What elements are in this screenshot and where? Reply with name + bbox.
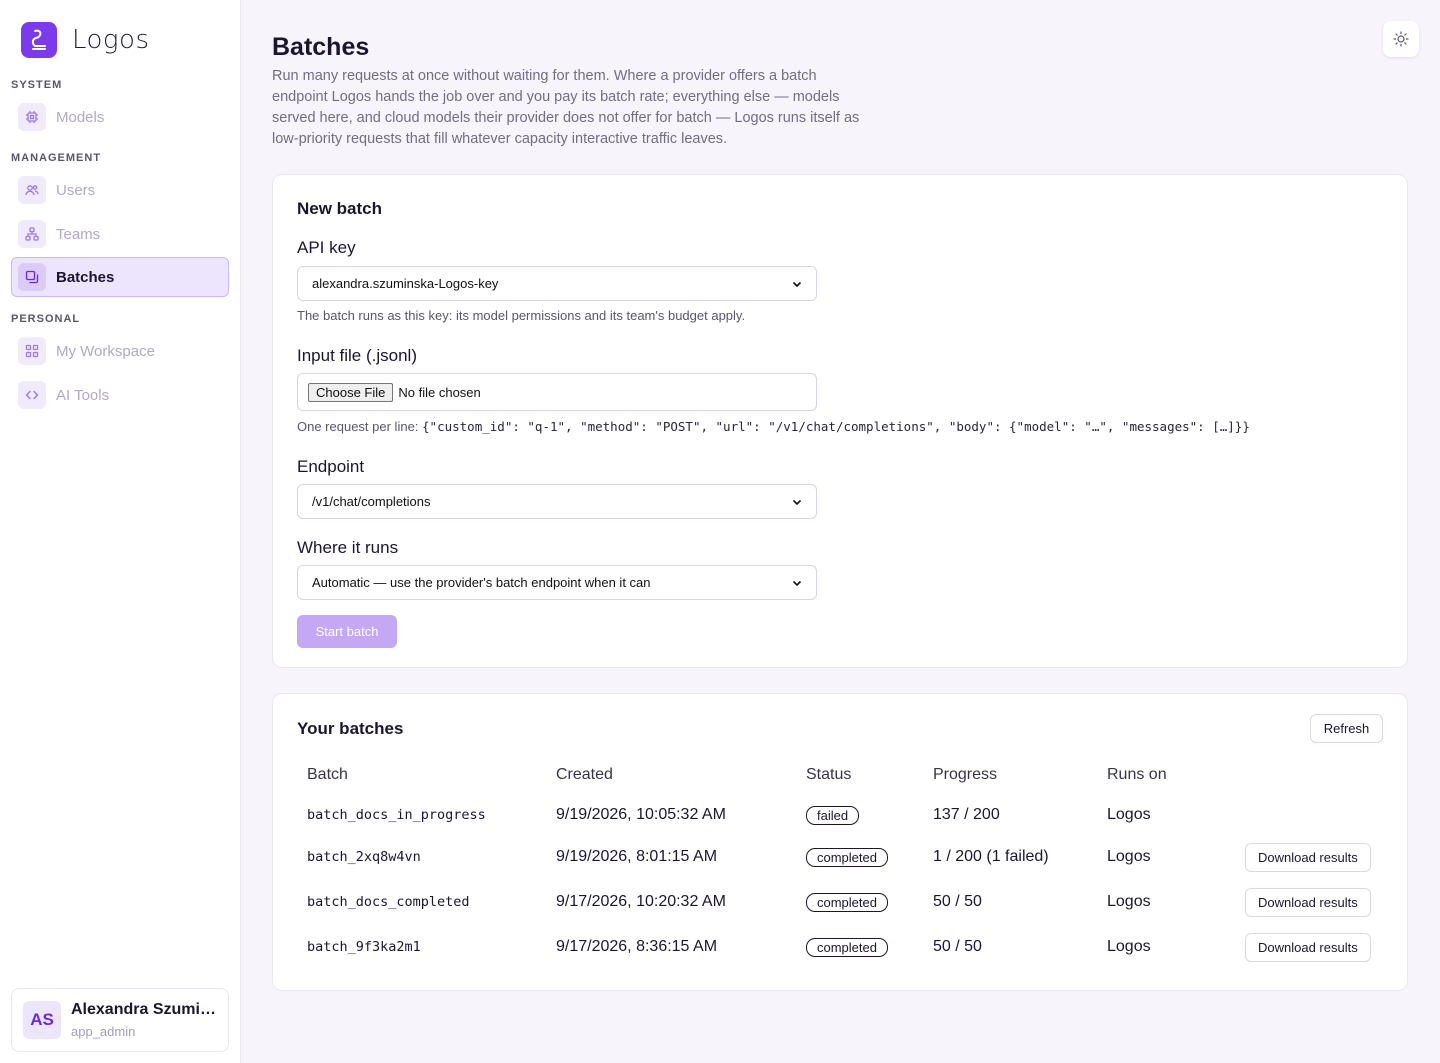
user-card[interactable]: AS Alexandra Szuminska app_admin bbox=[11, 988, 229, 1052]
batch-id: batch_docs_in_progress bbox=[307, 807, 486, 823]
nav-section-personal: PERSONAL bbox=[11, 313, 81, 325]
column-header-progress: Progress bbox=[933, 766, 998, 783]
nav-section-system: SYSTEM bbox=[11, 79, 63, 91]
page-title: Batches bbox=[272, 33, 370, 61]
batch-status: completed bbox=[806, 925, 888, 969]
download-results-button[interactable]: Download results bbox=[1245, 932, 1371, 962]
chevron-down-icon bbox=[792, 281, 802, 287]
chevron-down-icon bbox=[792, 580, 802, 586]
brand-name: Logos bbox=[72, 25, 150, 55]
sidebar-item-label: Models bbox=[56, 108, 105, 126]
sidebar-item-label: Users bbox=[56, 181, 96, 199]
table-row: batch_docs_in_progress 9/19/2026, 10:05:… bbox=[273, 793, 1409, 837]
batch-created: 9/17/2026, 10:20:32 AM bbox=[556, 893, 726, 910]
where-runs-label: Where it runs bbox=[297, 538, 399, 557]
status-badge: failed bbox=[806, 805, 860, 825]
table-row: batch_docs_completed 9/17/2026, 10:20:32… bbox=[273, 880, 1409, 924]
batch-runs-on: Logos bbox=[1107, 893, 1151, 910]
sidebar-item-label: AI Tools bbox=[56, 386, 110, 404]
avatar: AS bbox=[23, 1001, 61, 1039]
batch-status: failed bbox=[806, 793, 860, 837]
status-badge: completed bbox=[806, 892, 888, 912]
batch-progress: 137 / 200 bbox=[933, 806, 1000, 823]
batch-created: 9/17/2026, 8:36:15 AM bbox=[556, 938, 718, 955]
batch-action: Download results bbox=[1245, 835, 1371, 879]
nav-section-management: MANAGEMENT bbox=[11, 152, 102, 164]
sidebar-item-label: Teams bbox=[56, 225, 101, 243]
your-batches-title: Your batches bbox=[297, 719, 404, 738]
sidebar-item-label: My Workspace bbox=[56, 342, 155, 360]
input-file-label: Input file (.jsonl) bbox=[297, 346, 417, 365]
batch-action: Download results bbox=[1245, 925, 1371, 969]
user-role: app_admin bbox=[71, 1024, 136, 1039]
table-row: batch_2xq8w4vn 9/19/2026, 8:01:15 AM com… bbox=[273, 835, 1409, 879]
column-header-runs-on: Runs on bbox=[1107, 766, 1167, 783]
page-description: Run many requests at once without waitin… bbox=[272, 68, 860, 147]
batch-status: completed bbox=[806, 835, 888, 879]
choose-file-button[interactable]: Choose File bbox=[308, 382, 394, 402]
sidebar-item-models[interactable]: Models bbox=[11, 97, 229, 137]
column-header-batch: Batch bbox=[307, 766, 348, 783]
batch-action: Download results bbox=[1245, 880, 1371, 924]
download-results-button[interactable]: Download results bbox=[1245, 842, 1371, 872]
batch-runs-on: Logos bbox=[1107, 806, 1151, 823]
sidebar-item-ai-tools[interactable]: AI Tools bbox=[11, 375, 229, 415]
endpoint-value: /v1/chat/completions bbox=[312, 494, 431, 509]
column-header-status: Status bbox=[806, 766, 852, 783]
theme-toggle-button[interactable] bbox=[1383, 21, 1419, 57]
users-icon bbox=[18, 176, 46, 204]
grid-icon bbox=[18, 337, 46, 365]
sidebar: Logos SYSTEM Models MANAGEMENT Users Tea… bbox=[0, 0, 241, 1063]
sidebar-item-teams[interactable]: Teams bbox=[11, 214, 229, 254]
batch-runs-on: Logos bbox=[1107, 938, 1151, 955]
api-key-value: alexandra.szuminska-Logos-key bbox=[312, 276, 499, 291]
brand[interactable]: Logos bbox=[21, 22, 150, 58]
sun-icon bbox=[1393, 31, 1409, 47]
refresh-button[interactable]: Refresh bbox=[1310, 714, 1383, 743]
batch-id: batch_2xq8w4vn bbox=[307, 849, 421, 865]
api-key-label: API key bbox=[297, 238, 356, 257]
sidebar-item-batches[interactable]: Batches bbox=[11, 257, 229, 297]
logos-logo-icon bbox=[21, 22, 57, 58]
batch-progress: 50 / 50 bbox=[933, 938, 982, 955]
status-badge: completed bbox=[806, 937, 888, 957]
batch-progress: 50 / 50 bbox=[933, 893, 982, 910]
table-row: batch_9f3ka2m1 9/17/2026, 8:36:15 AM com… bbox=[273, 925, 1409, 969]
input-file-hint-text: One request per line: bbox=[297, 419, 423, 434]
endpoint-select[interactable]: /v1/chat/completions bbox=[297, 484, 817, 519]
chevron-down-icon bbox=[792, 499, 802, 505]
batch-id: batch_docs_completed bbox=[307, 894, 470, 910]
api-key-hint: The batch runs as this key: its model pe… bbox=[297, 308, 746, 323]
where-runs-select[interactable]: Automatic — use the provider's batch end… bbox=[297, 565, 817, 600]
code-icon bbox=[18, 381, 46, 409]
batch-id: batch_9f3ka2m1 bbox=[307, 939, 421, 955]
input-file-field: Choose File No file chosen bbox=[297, 373, 817, 411]
sidebar-item-my-workspace[interactable]: My Workspace bbox=[11, 331, 229, 371]
batches-icon bbox=[18, 263, 46, 291]
batch-runs-on: Logos bbox=[1107, 848, 1151, 865]
input-file-hint: One request per line: {"custom_id": "q-1… bbox=[297, 419, 1250, 434]
batch-progress: 1 / 200 (1 failed) bbox=[933, 848, 1049, 865]
new-batch-card: New batch API key alexandra.szuminska-Lo… bbox=[272, 174, 1408, 668]
file-status: No file chosen bbox=[398, 384, 481, 400]
status-badge: completed bbox=[806, 847, 888, 867]
column-header-created: Created bbox=[556, 766, 613, 783]
api-key-select[interactable]: alexandra.szuminska-Logos-key bbox=[297, 266, 817, 301]
endpoint-label: Endpoint bbox=[297, 457, 365, 476]
teams-icon bbox=[18, 220, 46, 248]
download-results-button[interactable]: Download results bbox=[1245, 887, 1371, 917]
new-batch-title: New batch bbox=[297, 199, 383, 218]
batch-created: 9/19/2026, 10:05:32 AM bbox=[556, 806, 726, 823]
your-batches-card: Your batches Refresh Batch Created Statu… bbox=[272, 693, 1408, 991]
where-runs-value: Automatic — use the provider's batch end… bbox=[312, 575, 651, 590]
start-batch-button[interactable]: Start batch bbox=[297, 615, 397, 648]
batch-created: 9/19/2026, 8:01:15 AM bbox=[556, 848, 718, 865]
batch-status: completed bbox=[806, 880, 888, 924]
user-info: Alexandra Szuminska app_admin bbox=[71, 1001, 221, 1039]
input-file-hint-code: {"custom_id": "q-1", "method": "POST", "… bbox=[422, 419, 1250, 434]
sidebar-item-users[interactable]: Users bbox=[11, 170, 229, 210]
user-name: Alexandra Szuminska bbox=[71, 1001, 221, 1018]
cpu-icon bbox=[18, 103, 46, 131]
sidebar-item-label: Batches bbox=[56, 268, 115, 286]
